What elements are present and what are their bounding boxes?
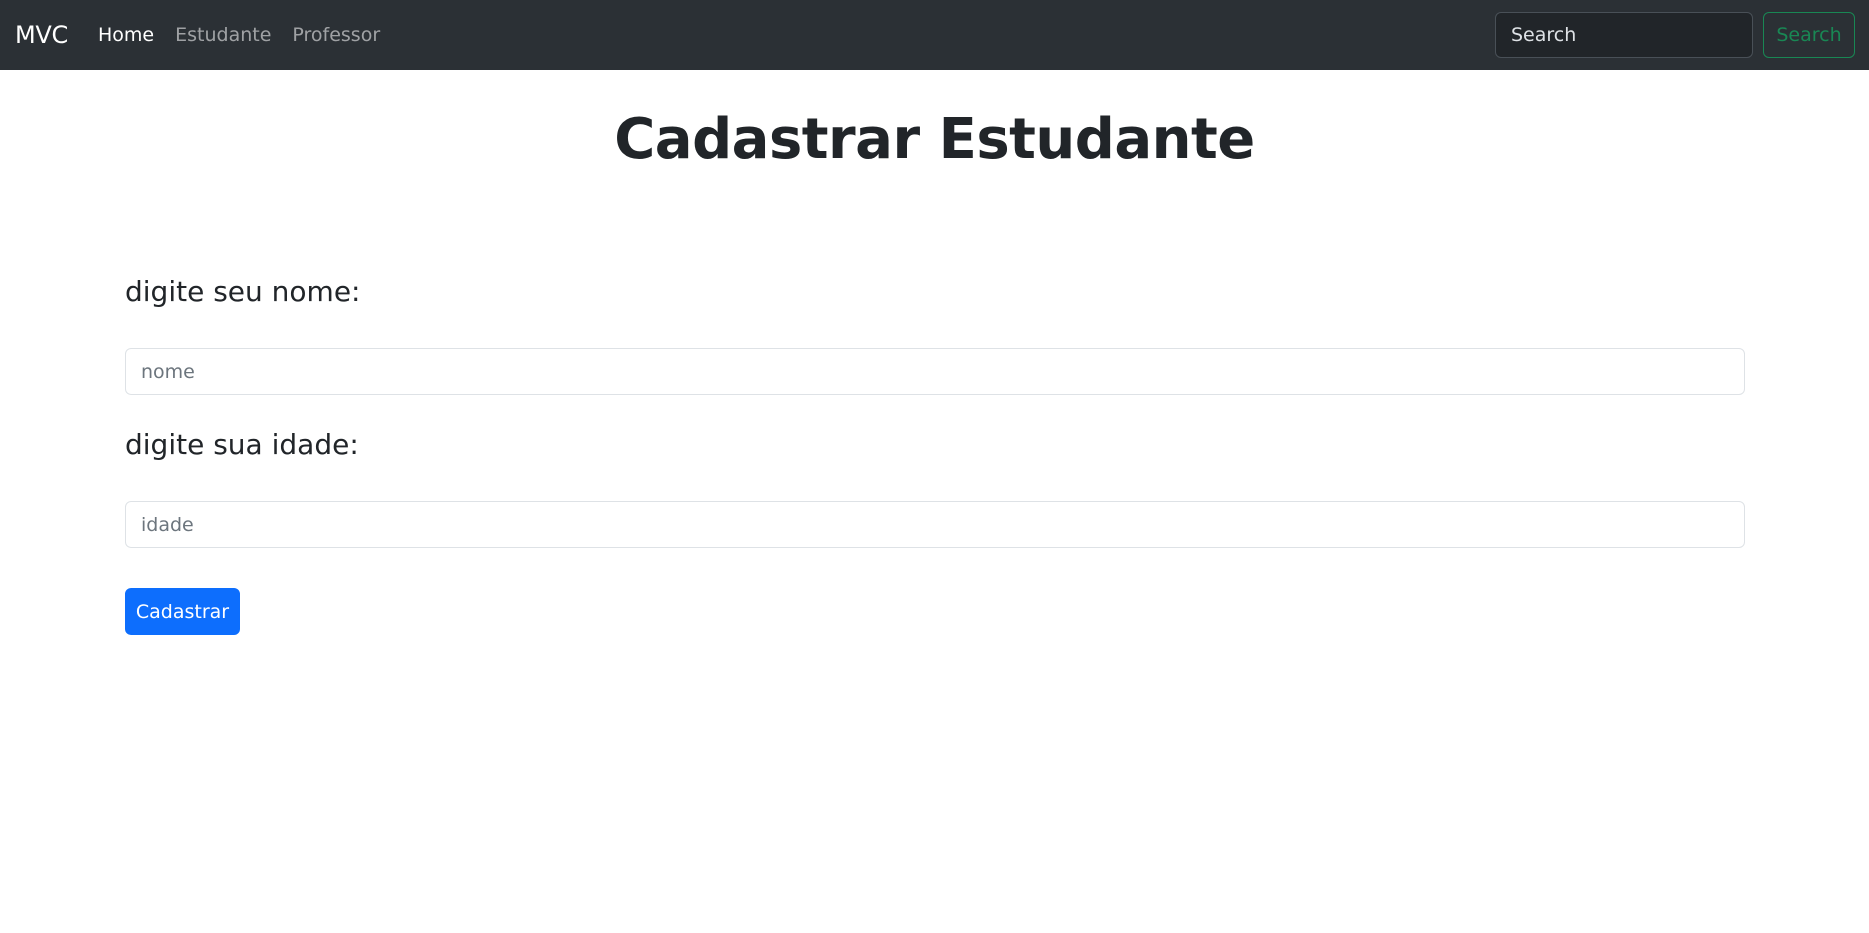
brand-link[interactable]: MVC bbox=[15, 20, 68, 50]
navbar: MVC Home Estudante Professor Search bbox=[0, 0, 1869, 70]
nav-item-home: Home bbox=[98, 22, 154, 48]
search-input[interactable] bbox=[1495, 12, 1753, 58]
search-button[interactable]: Search bbox=[1763, 12, 1855, 58]
nome-label: digite seu nome: bbox=[125, 275, 361, 308]
idade-label: digite sua idade: bbox=[125, 428, 359, 461]
nome-input[interactable] bbox=[125, 348, 1745, 395]
nav-link-professor[interactable]: Professor bbox=[292, 24, 380, 46]
cadastrar-button[interactable]: Cadastrar bbox=[125, 588, 240, 635]
idade-input[interactable] bbox=[125, 501, 1745, 548]
nav-item-professor: Professor bbox=[292, 22, 380, 48]
search-form: Search bbox=[1495, 12, 1855, 58]
nav-links: Home Estudante Professor bbox=[98, 22, 380, 48]
nav-link-estudante[interactable]: Estudante bbox=[175, 24, 271, 46]
page-title: Cadastrar Estudante bbox=[614, 107, 1255, 172]
nav-link-home[interactable]: Home bbox=[98, 24, 154, 46]
nav-item-estudante: Estudante bbox=[175, 22, 271, 48]
